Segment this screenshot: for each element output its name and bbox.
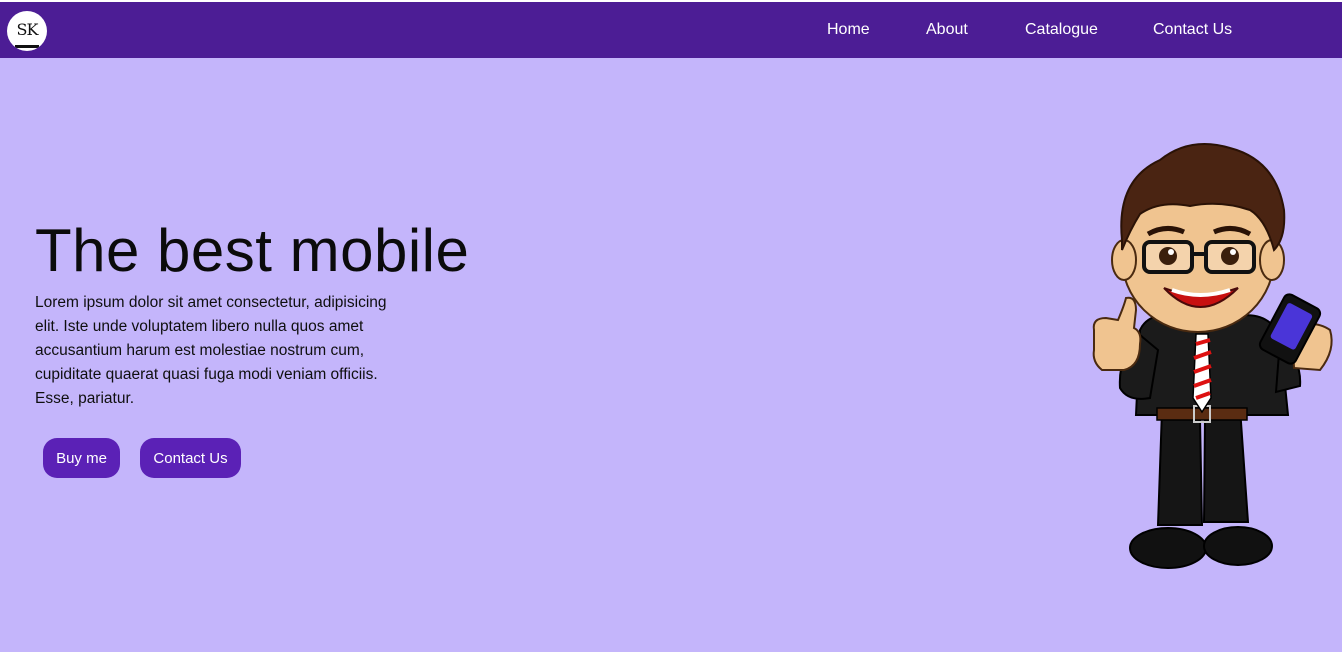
brand-logo[interactable]: SK (7, 11, 47, 51)
buy-me-button[interactable]: Buy me (43, 438, 120, 478)
nav-link-contact-us[interactable]: Contact Us (1153, 21, 1232, 39)
legs (1129, 406, 1273, 569)
navbar: SK Home About Catalogue Contact Us (0, 2, 1342, 58)
hero-title: The best mobile (35, 217, 470, 284)
head (1111, 143, 1286, 333)
page: SK Home About Catalogue Contact Us The b… (0, 2, 1342, 652)
logo-text: SK (16, 19, 39, 39)
nav-link-catalogue[interactable]: Catalogue (1025, 21, 1098, 39)
mascot-illustration (1092, 143, 1333, 569)
tie (1192, 333, 1212, 414)
contact-us-button[interactable]: Contact Us (140, 438, 241, 478)
nav-link-home[interactable]: Home (827, 21, 870, 39)
hero-description: Lorem ipsum dolor sit amet consectetur, … (35, 294, 387, 407)
nav-link-about[interactable]: About (926, 21, 968, 39)
logo-underline (15, 45, 39, 48)
